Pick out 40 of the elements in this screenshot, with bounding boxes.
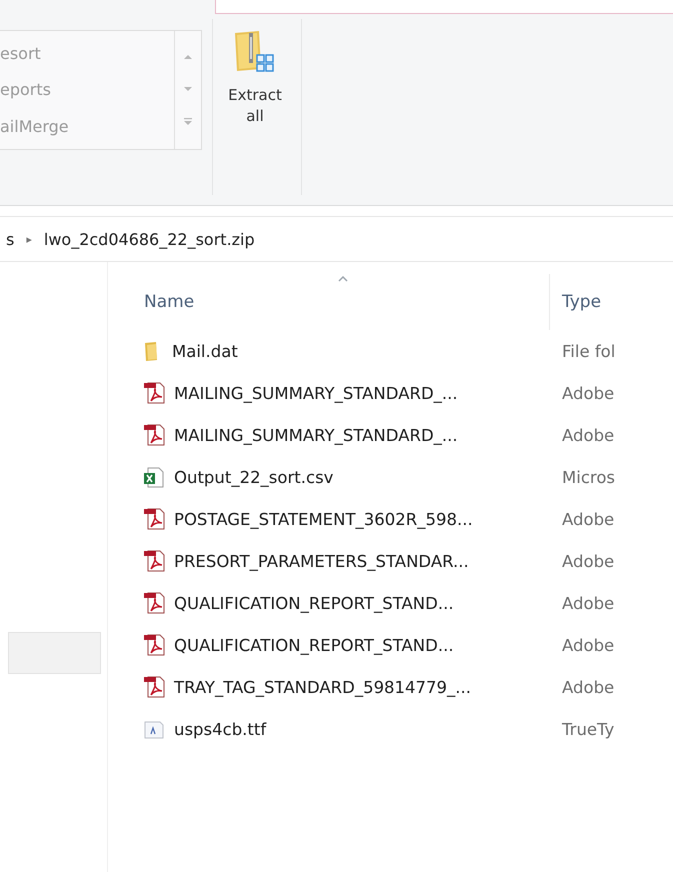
file-name[interactable]: MAILING_SUMMARY_STANDARD_... [174, 384, 458, 402]
extract-all-button[interactable]: Extract all [219, 19, 291, 149]
scroll-up-icon[interactable] [183, 53, 193, 61]
file-name[interactable]: usps4cb.ttf [174, 720, 266, 738]
pdf-file-icon [142, 423, 166, 447]
expand-gallery-icon[interactable] [183, 117, 193, 127]
pdf-file-icon [142, 507, 166, 531]
file-name[interactable]: Output_22_sort.csv [174, 468, 334, 486]
file-type: Adobe [561, 552, 614, 570]
pdf-file-icon [142, 591, 166, 615]
file-name[interactable]: PRESORT_PARAMETERS_STANDAR... [174, 552, 469, 570]
sort-caret-icon [338, 276, 348, 282]
file-name[interactable]: QUALIFICATION_REPORT_STAND... [174, 636, 454, 654]
pdf-file-icon [142, 549, 166, 573]
file-name[interactable]: Mail.dat [172, 342, 238, 360]
breadcrumb-item[interactable]: lwo_2cd04686_22_sort.zip [44, 230, 255, 248]
pdf-file-icon [142, 381, 166, 405]
file-type: Adobe [561, 384, 614, 402]
breadcrumb-separator[interactable]: ▸ [22, 232, 36, 246]
file-type: Adobe [561, 678, 614, 696]
file-type: Adobe [561, 426, 614, 444]
pdf-file-icon [142, 675, 166, 699]
address-bar[interactable]: s ▸ lwo_2cd04686_22_sort.zip [0, 216, 673, 262]
pdf-file-icon [142, 633, 166, 657]
file-name[interactable]: TRAY_TAG_STANDARD_59814779_... [174, 678, 472, 696]
breadcrumb-item[interactable]: s [6, 230, 14, 248]
file-type: Adobe [561, 594, 614, 612]
file-name[interactable]: POSTAGE_STATEMENT_3602R_598... [174, 510, 473, 528]
nav-pane-item[interactable] [8, 632, 101, 674]
spreadsheet-file-icon [142, 465, 166, 489]
scroll-down-icon[interactable] [183, 85, 193, 93]
file-type: File fol [561, 342, 616, 360]
file-type: Micros [561, 468, 616, 486]
column-header[interactable]: Type [550, 274, 632, 330]
file-type: Adobe [561, 510, 614, 528]
file-type: Adobe [561, 636, 614, 654]
file-name[interactable]: QUALIFICATION_REPORT_STAND... [174, 594, 454, 612]
file-type: TrueTy [561, 720, 614, 738]
file-name[interactable]: MAILING_SUMMARY_STANDARD_... [174, 426, 458, 444]
column-header[interactable]: Name [136, 274, 550, 330]
